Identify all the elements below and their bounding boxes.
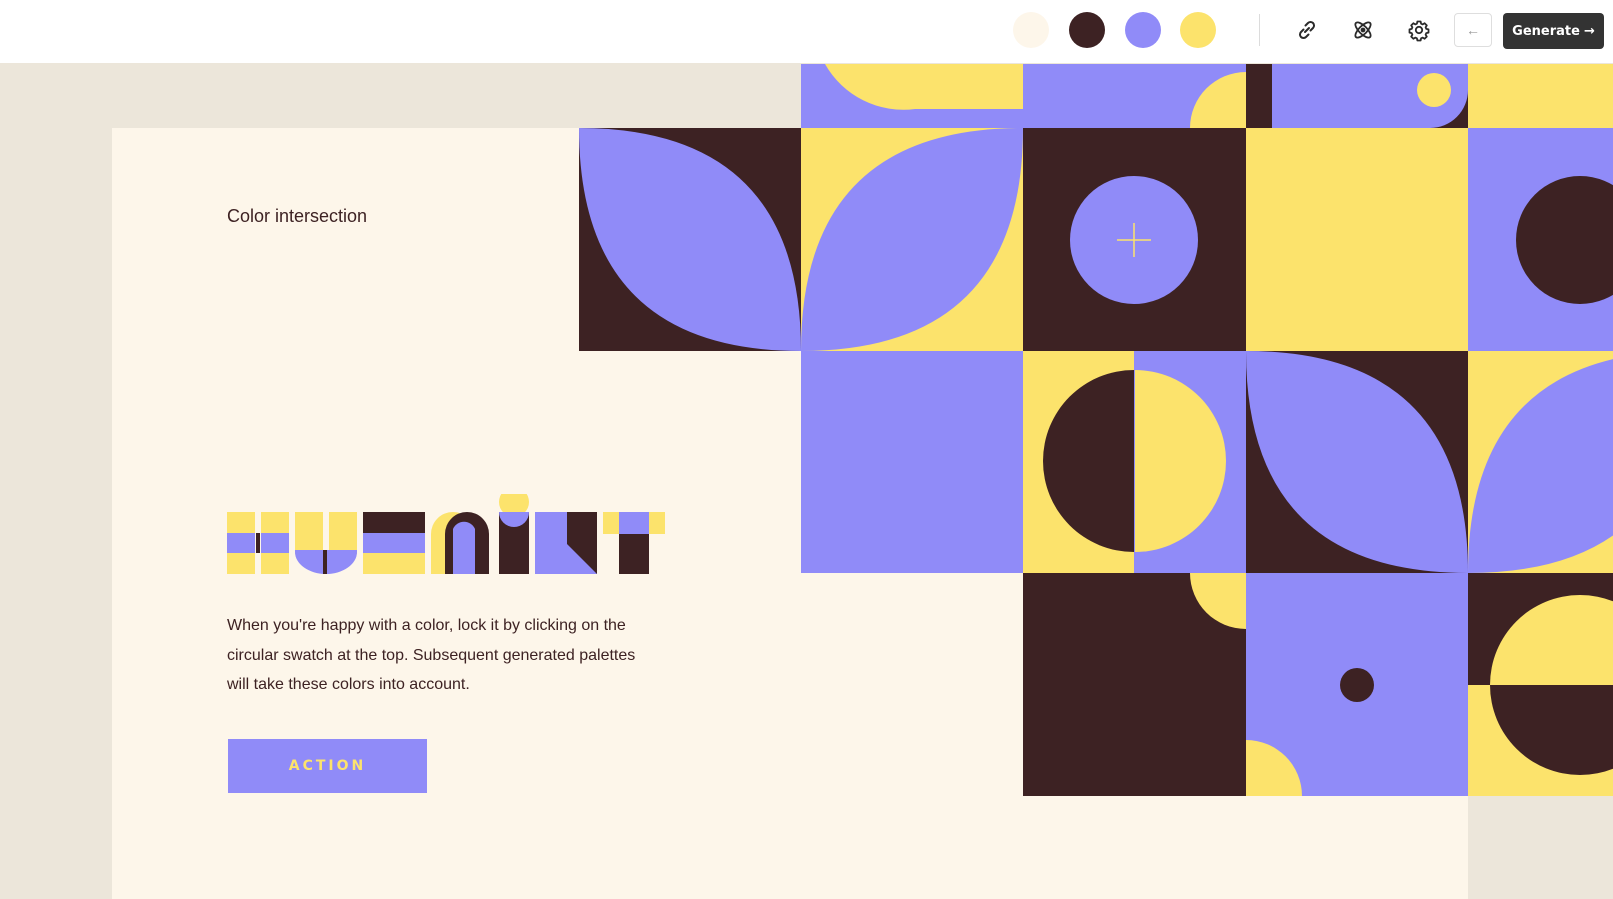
tile-r1-c4: [1468, 128, 1613, 351]
tile-r1-c2: [1023, 128, 1246, 351]
back-button[interactable]: ←: [1454, 13, 1492, 47]
tile-r2-c3: [1246, 351, 1468, 573]
generate-label: Generate: [1512, 23, 1580, 39]
tile-r1-c3: [1246, 128, 1468, 351]
top-toolbar: ← Generate →: [0, 0, 1613, 63]
tile-r3-c3: [1468, 573, 1613, 796]
action-button[interactable]: ACTION: [228, 739, 427, 793]
palette-swatch-periwinkle[interactable]: [1125, 12, 1161, 48]
tile-r1-c0: [579, 128, 801, 351]
tile-r2-c2: [1023, 351, 1246, 573]
link-icon[interactable]: [1292, 15, 1322, 45]
tile-r2-c4: [1468, 351, 1613, 573]
tile-r2-c1: [801, 351, 1023, 573]
palette-swatch-dark-brown[interactable]: [1069, 12, 1105, 48]
toolbar-divider: [1259, 14, 1260, 46]
gear-icon[interactable]: [1404, 15, 1434, 45]
tile-top-0: [801, 64, 1023, 128]
generate-button[interactable]: Generate →: [1503, 13, 1604, 49]
arrow-right-icon: →: [1583, 23, 1595, 39]
palette-swatch-yellow[interactable]: [1180, 12, 1216, 48]
arrow-left-icon: ←: [1466, 22, 1480, 38]
section-eyebrow: Color intersection: [227, 206, 368, 226]
tile-top-3: [1468, 64, 1613, 128]
huemint-logo: [227, 494, 665, 574]
atom-icon[interactable]: [1348, 15, 1378, 45]
tile-top-2: [1246, 64, 1468, 128]
tile-r1-c1: [801, 128, 1023, 351]
description-text: When you're happy with a color, lock it …: [227, 617, 636, 693]
palette-swatch-cream[interactable]: [1013, 12, 1049, 48]
